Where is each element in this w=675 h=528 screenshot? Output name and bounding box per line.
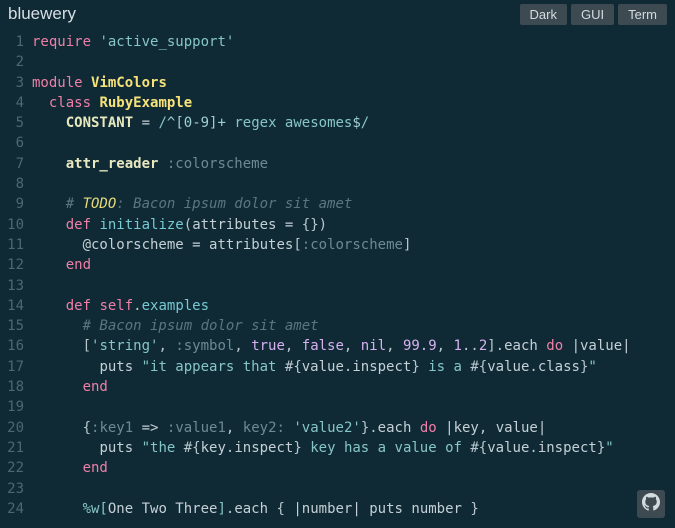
github-icon xyxy=(642,493,660,515)
line-number: 7 xyxy=(0,154,24,174)
tab-dark[interactable]: Dark xyxy=(520,4,567,25)
code-line: attr_reader :colorscheme xyxy=(32,154,675,174)
tab-term[interactable]: Term xyxy=(618,4,667,25)
code-line: CONSTANT = /^[0-9]+ regex awesomes$/ xyxy=(32,113,675,133)
line-number: 19 xyxy=(0,397,24,417)
code-line xyxy=(32,52,675,72)
line-number: 17 xyxy=(0,357,24,377)
line-number: 12 xyxy=(0,255,24,275)
code-line: end xyxy=(32,377,675,397)
color-scheme-title: bluewery xyxy=(8,4,76,24)
code-line: %w[One Two Three].each { |number| puts n… xyxy=(32,499,675,519)
code-line: end xyxy=(32,255,675,275)
line-number: 22 xyxy=(0,458,24,478)
line-number: 18 xyxy=(0,377,24,397)
code-line: # TODO: Bacon ipsum dolor sit amet xyxy=(32,194,675,214)
code-line: def self.examples xyxy=(32,296,675,316)
line-number: 14 xyxy=(0,296,24,316)
code-line: {:key1 => :value1, key2: 'value2'}.each … xyxy=(32,418,675,438)
line-number: 8 xyxy=(0,174,24,194)
line-number: 23 xyxy=(0,479,24,499)
code-line: @colorscheme = attributes[:colorscheme] xyxy=(32,235,675,255)
code-line: # Bacon ipsum dolor sit amet xyxy=(32,316,675,336)
line-number: 20 xyxy=(0,418,24,438)
line-number: 9 xyxy=(0,194,24,214)
mode-tabs: Dark GUI Term xyxy=(520,4,667,25)
line-number-gutter: 123456789101112131415161718192021222324 xyxy=(0,32,32,519)
line-number: 6 xyxy=(0,133,24,153)
line-number: 11 xyxy=(0,235,24,255)
tab-gui[interactable]: GUI xyxy=(571,4,614,25)
code-line xyxy=(32,174,675,194)
line-number: 13 xyxy=(0,276,24,296)
code-line xyxy=(32,397,675,417)
line-number: 1 xyxy=(0,32,24,52)
code-line: require 'active_support' xyxy=(32,32,675,52)
code-line xyxy=(32,133,675,153)
line-number: 3 xyxy=(0,73,24,93)
line-number: 16 xyxy=(0,336,24,356)
line-number: 15 xyxy=(0,316,24,336)
code-line: class RubyExample xyxy=(32,93,675,113)
code-editor: 123456789101112131415161718192021222324 … xyxy=(0,28,675,519)
line-number: 2 xyxy=(0,52,24,72)
line-number: 5 xyxy=(0,113,24,133)
code-line xyxy=(32,479,675,499)
line-number: 24 xyxy=(0,499,24,519)
code-line: puts "the #{key.inspect} key has a value… xyxy=(32,438,675,458)
header: bluewery Dark GUI Term xyxy=(0,0,675,28)
code-line: def initialize(attributes = {}) xyxy=(32,215,675,235)
code-line xyxy=(32,276,675,296)
line-number: 21 xyxy=(0,438,24,458)
code-area: require 'active_support'module VimColors… xyxy=(32,32,675,519)
line-number: 4 xyxy=(0,93,24,113)
line-number: 10 xyxy=(0,215,24,235)
code-line: end xyxy=(32,458,675,478)
code-line: module VimColors xyxy=(32,73,675,93)
code-line: ['string', :symbol, true, false, nil, 99… xyxy=(32,336,675,356)
github-button[interactable] xyxy=(637,490,665,518)
code-line: puts "it appears that #{value.inspect} i… xyxy=(32,357,675,377)
